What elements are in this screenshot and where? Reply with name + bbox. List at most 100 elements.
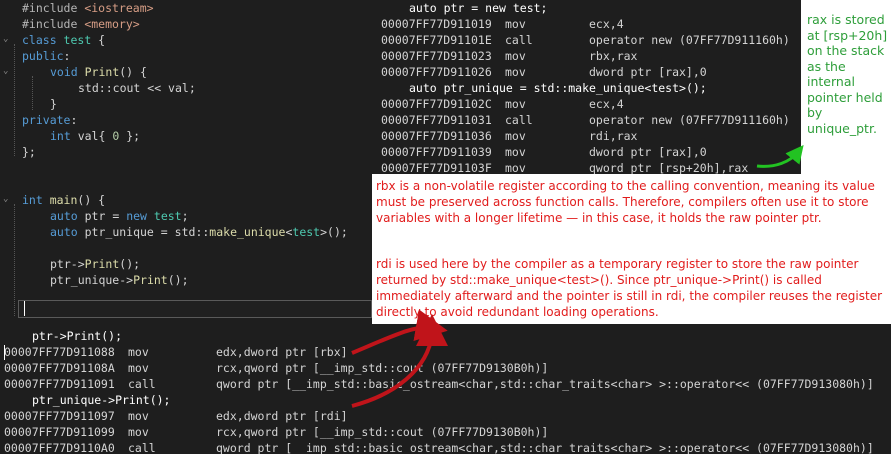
code-line: std::cout << val; (78, 81, 196, 95)
asm-opcode: call (505, 33, 533, 47)
asm-address: 00007FF77D91108A (4, 361, 115, 375)
source-line: ptr->Print(); (0, 328, 891, 344)
asm-operands: operator new (07FF77D911160h) (589, 33, 790, 47)
fold-collapse-icon[interactable]: ⌄ (3, 34, 8, 44)
asm-address: 00007FF77D9110A0 (4, 441, 115, 454)
asm-opcode: mov (128, 409, 149, 423)
asm-address: 00007FF77D91102C (381, 97, 492, 111)
asm-address: 00007FF77D911097 (4, 409, 115, 423)
asm-operands: ecx,4 (589, 97, 624, 111)
indent-guide (14, 204, 15, 316)
asm-opcode: mov (128, 345, 149, 359)
asm-operands: dword ptr [rax],0 (589, 65, 707, 79)
asm-address: 00007FF77D911023 (381, 49, 492, 63)
asm-opcode: mov (505, 97, 526, 111)
asm-opcode: mov (505, 145, 526, 159)
asm-instruction: 00007FF77D911019 mov ecx,4 (373, 16, 801, 32)
asm-instruction: 00007FF77D911091 call qword ptr [__imp_std… (0, 376, 891, 392)
source-line: ptr_unique->Print(); (0, 392, 891, 408)
code-line: int main() { (22, 193, 106, 207)
code-line: } (50, 97, 57, 111)
asm-operands: rcx,qword ptr [__imp_std::cout (07FF77D9… (216, 425, 549, 439)
asm-opcode: mov (505, 49, 526, 63)
asm-opcode: call (128, 377, 156, 391)
code-line: auto ptr_unique = std::make_unique<test>… (50, 225, 348, 239)
code-line: private: (22, 113, 78, 127)
asm-instruction: 00007FF77D911099 mov rcx,qword ptr [__imp_… (0, 424, 891, 440)
asm-address: 00007FF77D911019 (381, 17, 492, 31)
asm-opcode: call (505, 113, 533, 127)
asm-instruction: 00007FF77D91108A mov rcx,qword ptr [__imp_… (0, 360, 891, 376)
rdi-explanation-text: rdi is used here by the compiler as a te… (376, 257, 883, 319)
source-code-text: auto ptr = new test; (409, 1, 548, 15)
code-line: }; (22, 145, 36, 159)
asm-operands: edx,dword ptr [rbx] (216, 345, 348, 359)
asm-address: 00007FF77D91101E (381, 33, 492, 47)
asm-opcode: mov (128, 425, 149, 439)
source-code-text: ptr_unique->Print(); (32, 393, 171, 407)
asm-operands: qword ptr [rsp+20h],rax (589, 161, 749, 174)
current-line-highlight (18, 300, 372, 318)
code-line: public: (22, 49, 71, 63)
asm-operands: operator new (07FF77D911160h) (589, 113, 790, 127)
asm-operands: dword ptr [rax],0 (589, 145, 707, 159)
disassembly-bottom[interactable]: ptr->Print(); 00007FF77D911088 mov edx,dwor… (0, 324, 891, 454)
asm-address: 00007FF77D911088 (4, 345, 115, 359)
code-line: class test { (22, 33, 106, 47)
asm-address: 00007FF77D911099 (4, 425, 115, 439)
asm-instruction: 00007FF77D911031 call operator new (07FF77… (373, 112, 801, 128)
text-caret (4, 345, 5, 360)
asm-operands: rcx,qword ptr [__imp_std::cout (07FF77D9… (216, 361, 549, 375)
rbx-explanation-text: rbx is a non-volatile register according… (376, 179, 875, 225)
disassembly-top[interactable]: auto ptr = new test; 00007FF77D911019 mov e… (373, 0, 801, 174)
asm-operands: rbx,rax (589, 49, 638, 63)
fold-collapse-icon[interactable]: ⌄ (3, 66, 8, 76)
code-line: ptr_unique->Print(); (50, 273, 189, 287)
asm-opcode: mov (505, 65, 526, 79)
asm-instruction: 00007FF77D911036 mov rdi,rax (373, 128, 801, 144)
code-line: ptr->Print(); (50, 257, 141, 271)
asm-instruction: 00007FF77D911039 mov dword ptr [rax],0 (373, 144, 801, 160)
source-code-text: auto ptr_unique = std::make_unique<test>… (409, 81, 707, 95)
asm-instruction: 00007FF77D91101E call operator new (07FF77… (373, 32, 801, 48)
green-annotation-text: rax is stored at [rsp+20h] on the stack … (807, 12, 888, 136)
asm-instruction: 00007FF77D91103F mov qword ptr [rsp+20h],r… (373, 160, 801, 174)
asm-address: 00007FF77D911091 (4, 377, 115, 391)
code-line: #include <memory> (22, 17, 140, 31)
code-line: auto ptr = new test; (50, 209, 189, 223)
asm-operands: qword ptr [__imp_std::basic_ostream<char… (216, 377, 874, 391)
asm-address: 00007FF77D911039 (381, 145, 492, 159)
indent-guide (14, 44, 15, 156)
asm-instruction: 00007FF77D9110A0 call qword ptr [__imp_std… (0, 440, 891, 454)
indent-guide (32, 76, 33, 110)
green-annotation-box: rax is stored at [rsp+20h] on the stack … (801, 0, 891, 174)
code-line: void Print() { (50, 65, 147, 79)
asm-instruction: 00007FF77D911026 mov dword ptr [rax],0 (373, 64, 801, 80)
red-annotation-box: rbx is a non-volatile register according… (372, 174, 891, 324)
asm-operands: rdi,rax (589, 129, 638, 143)
asm-instruction: 00007FF77D911097 mov edx,dword ptr [rdi] (0, 408, 891, 424)
code-line: int val{ 0 }; (50, 129, 141, 143)
asm-operands: edx,dword ptr [rdi] (216, 409, 348, 423)
source-line: auto ptr = new test; (373, 0, 801, 16)
fold-collapse-icon[interactable]: ⌄ (3, 194, 8, 204)
asm-opcode: call (128, 441, 156, 454)
asm-opcode: mov (505, 161, 526, 174)
asm-address: 00007FF77D91103F (381, 161, 492, 174)
asm-opcode: mov (128, 361, 149, 375)
source-code-text: ptr->Print(); (32, 329, 123, 343)
text-caret (24, 301, 25, 316)
asm-address: 00007FF77D911026 (381, 65, 492, 79)
asm-instruction: 00007FF77D911088 mov edx,dword ptr [rbx] (0, 344, 891, 360)
asm-opcode: mov (505, 129, 526, 143)
code-line: #include <iostream> (22, 1, 154, 15)
asm-operands: ecx,4 (589, 17, 624, 31)
asm-address: 00007FF77D911036 (381, 129, 492, 143)
source-line: auto ptr_unique = std::make_unique<test>… (373, 80, 801, 96)
asm-address: 00007FF77D911031 (381, 113, 492, 127)
asm-operands: qword ptr [__imp_std::basic_ostream<char… (216, 441, 874, 454)
asm-instruction: 00007FF77D91102C mov ecx,4 (373, 96, 801, 112)
code-editor[interactable]: ⌄ ⌄ ⌄ #include <iostream> #include <memo… (0, 0, 372, 324)
asm-instruction: 00007FF77D911023 mov rbx,rax (373, 48, 801, 64)
asm-opcode: mov (505, 17, 526, 31)
